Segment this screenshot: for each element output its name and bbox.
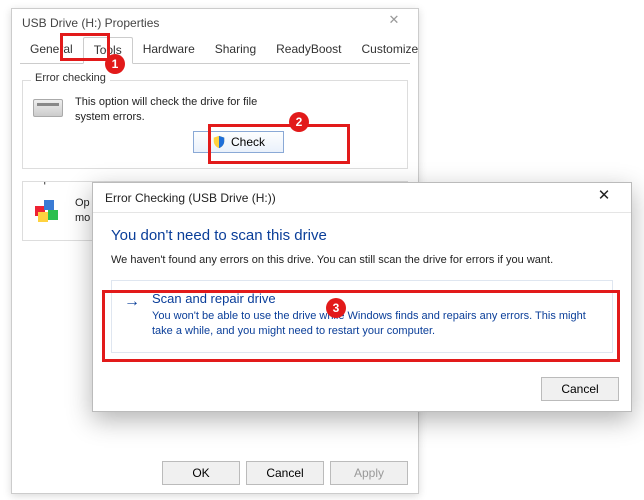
tab-sharing[interactable]: Sharing: [205, 37, 266, 63]
dialog-cancel-button[interactable]: Cancel: [541, 377, 619, 401]
dialog-subtext: We haven't found any errors on this driv…: [111, 254, 613, 266]
ok-button[interactable]: OK: [162, 461, 240, 485]
optimize-desc: Op mo: [75, 196, 90, 226]
apply-button[interactable]: Apply: [330, 461, 408, 485]
dialog-close-icon[interactable]: ✕: [583, 186, 625, 210]
callout-box-3: [102, 290, 620, 362]
footer-buttons: OK Cancel Apply: [162, 461, 408, 485]
callout-badge-3: 3: [326, 298, 346, 318]
callout-badge-1: 1: [105, 54, 125, 74]
group-title-error-checking: Error checking: [31, 72, 110, 84]
cancel-button[interactable]: Cancel: [246, 461, 324, 485]
tab-readyboost[interactable]: ReadyBoost: [266, 37, 351, 63]
tab-hardware[interactable]: Hardware: [133, 37, 205, 63]
error-checking-desc: This option will check the drive for fil…: [75, 95, 285, 125]
callout-badge-2: 2: [289, 112, 309, 132]
drive-icon: [33, 95, 65, 121]
dialog-titlebar: Error Checking (USB Drive (H:)) ✕: [93, 183, 631, 213]
tab-customize[interactable]: Customize: [352, 37, 429, 63]
defrag-icon: [33, 196, 65, 224]
callout-box-1: [60, 33, 110, 61]
callout-box-2: [208, 124, 350, 164]
dialog-heading: You don't need to scan this drive: [111, 227, 613, 244]
window-title: USB Drive (H:) Properties: [22, 16, 159, 30]
dialog-title: Error Checking (USB Drive (H:)): [105, 191, 276, 205]
close-icon[interactable]: ✕: [374, 12, 414, 34]
